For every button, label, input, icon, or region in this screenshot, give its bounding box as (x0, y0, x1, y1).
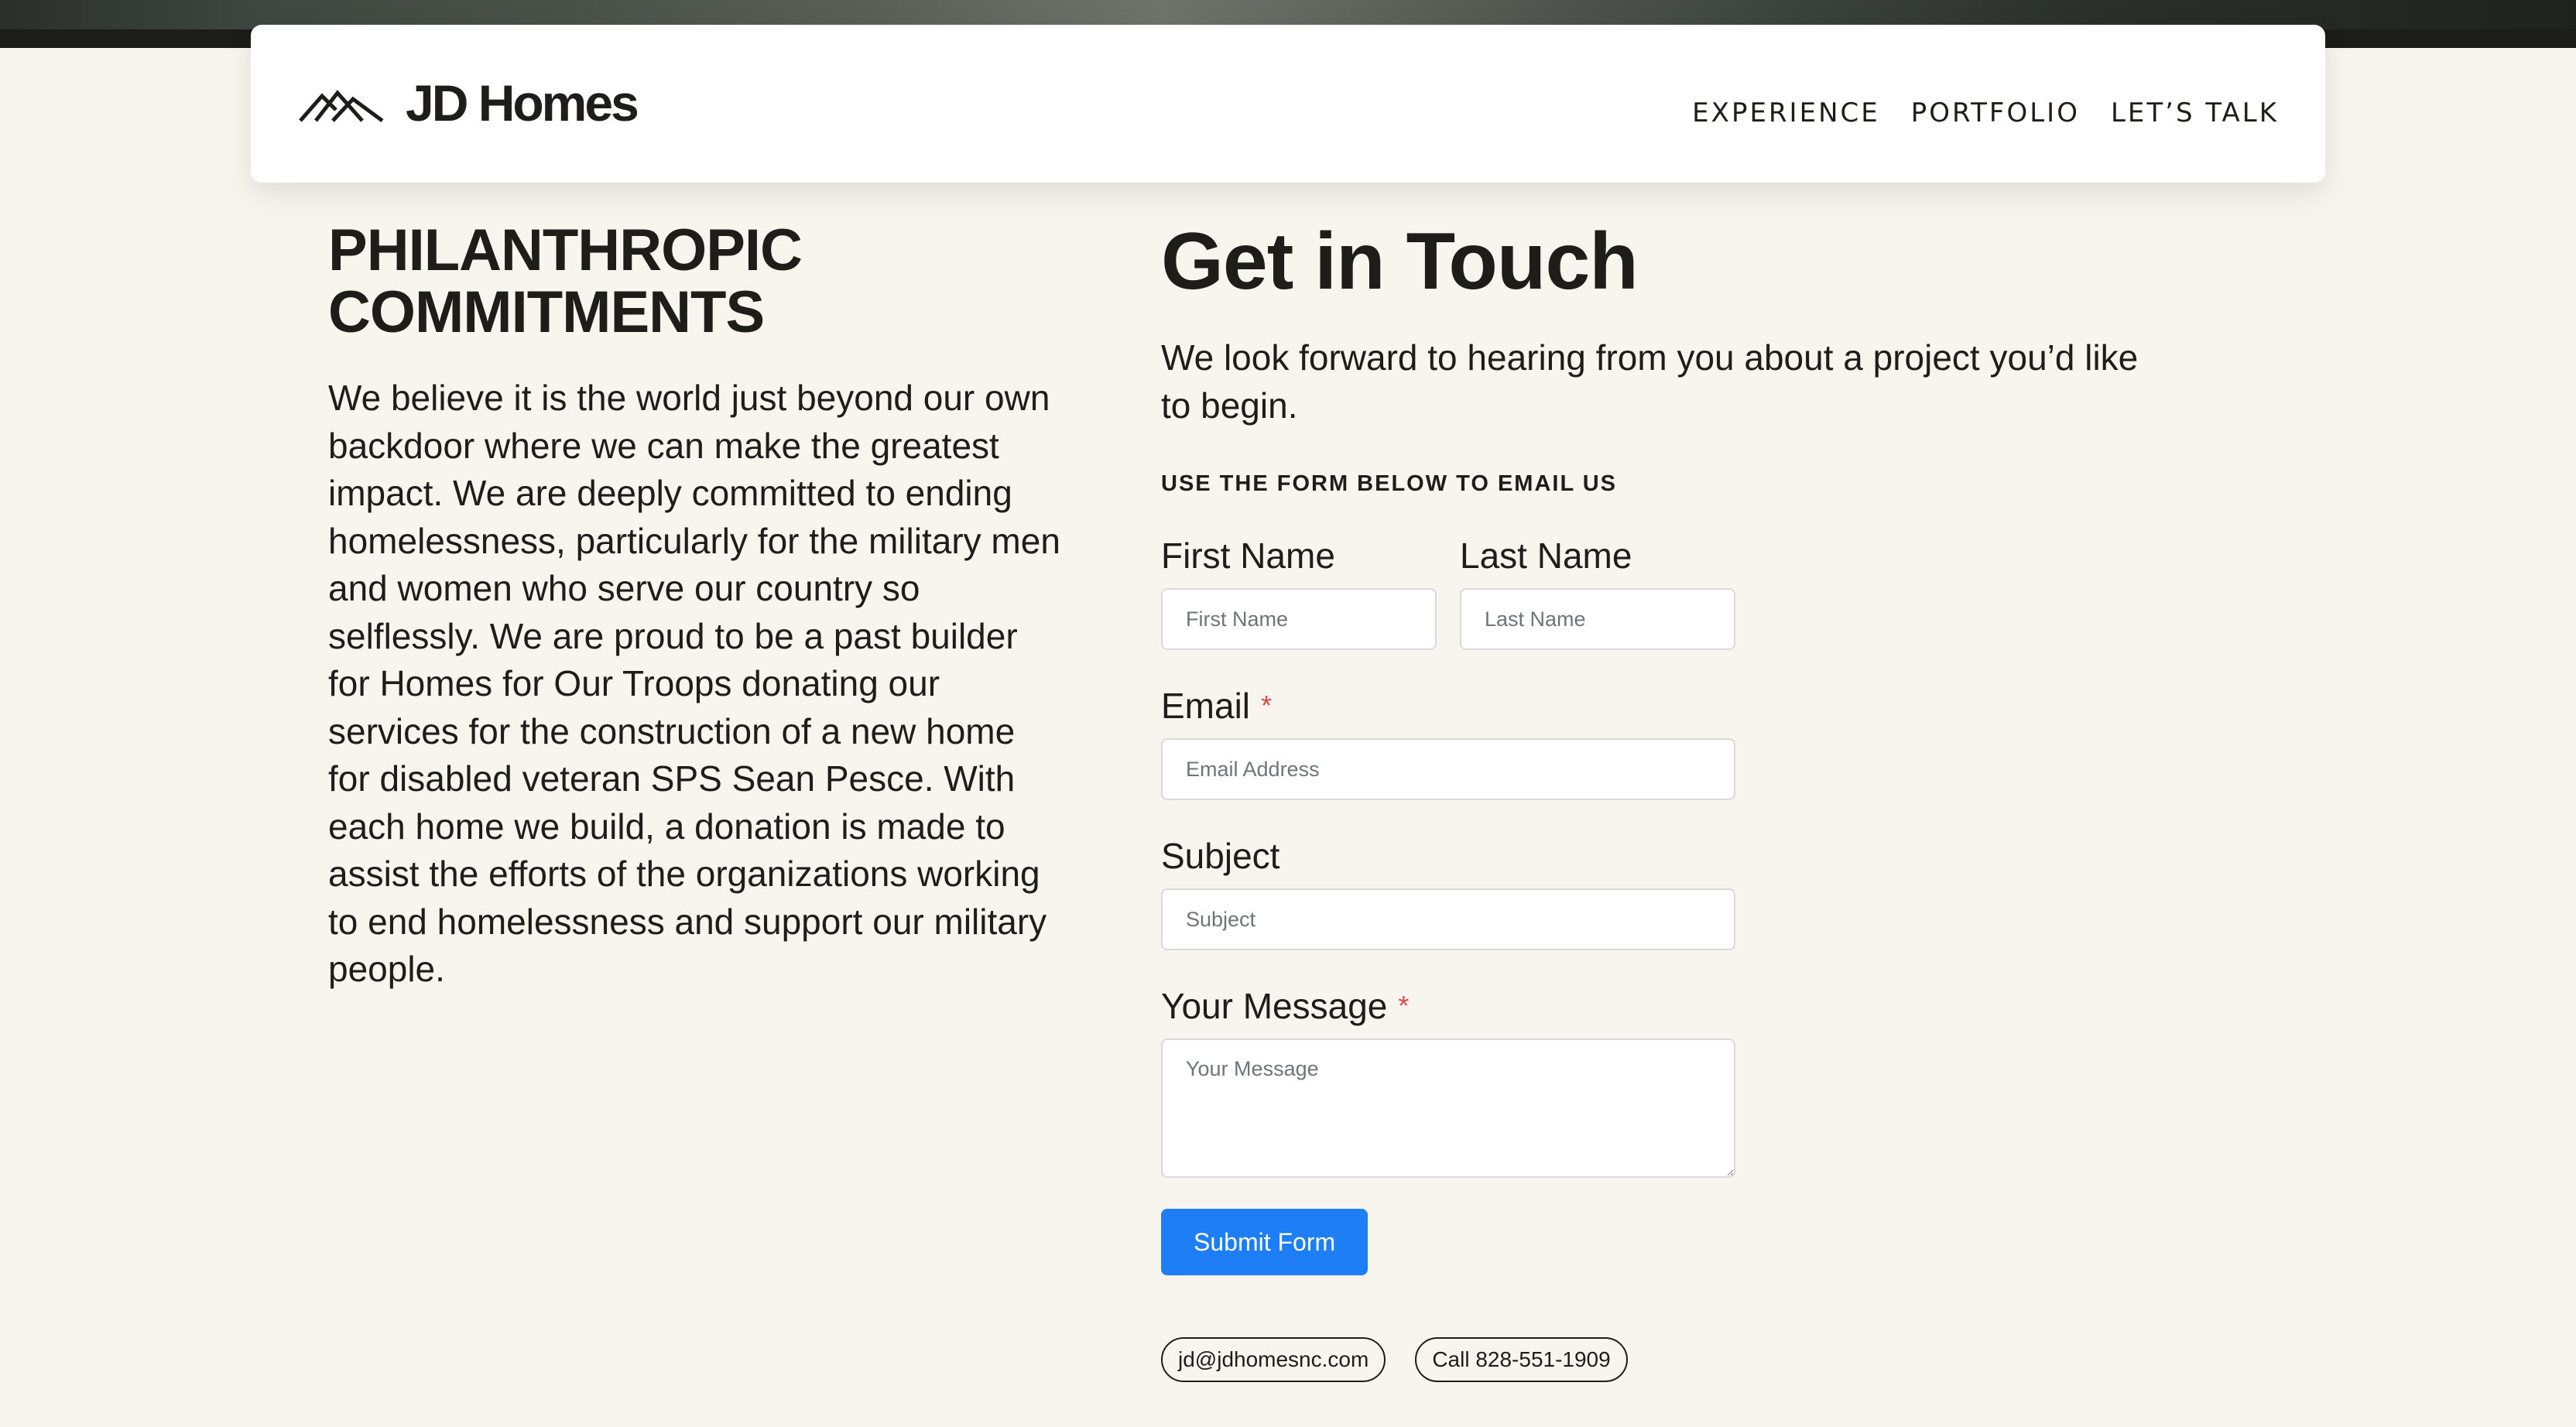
email-link-pill[interactable]: jd@jdhomesnc.com (1161, 1337, 1386, 1382)
last-name-label: Last Name (1460, 536, 1632, 576)
first-name-group: First Name (1161, 536, 1437, 650)
submit-form-button[interactable]: Submit Form (1161, 1209, 1368, 1275)
name-row: First Name Last Name (1161, 536, 2167, 650)
main-nav: EXPERIENCE PORTFOLIO LET’S TALK (1692, 98, 2279, 128)
message-label-wrap: Your Message * (1161, 986, 1735, 1026)
philanthropy-body: We believe it is the world just beyond o… (328, 378, 1060, 989)
first-name-label: First Name (1161, 536, 1335, 576)
message-textarea[interactable] (1161, 1039, 1735, 1178)
email-label: Email (1161, 686, 1251, 726)
message-label: Your Message (1161, 986, 1388, 1026)
email-group: Email * (1161, 686, 1735, 800)
logo-link[interactable]: JD Homes (299, 74, 639, 132)
contact-section: Get in Touch We look forward to hearing … (1161, 217, 2167, 1382)
mountain-roof-icon (299, 90, 384, 123)
philanthropy-section: PHILANTHROPIC COMMITMENTS We believe it … (328, 220, 1064, 994)
subject-group: Subject (1161, 836, 1735, 950)
site-header: JD Homes EXPERIENCE PORTFOLIO LET’S TALK (251, 25, 2325, 183)
nav-item-experience[interactable]: EXPERIENCE (1692, 98, 1880, 128)
contact-form: First Name Last Name Email * Subject Your… (1161, 536, 2167, 1275)
email-input[interactable] (1161, 738, 1735, 800)
message-group: Your Message * (1161, 986, 1735, 1178)
last-name-input[interactable] (1460, 588, 1735, 650)
first-name-input[interactable] (1161, 588, 1437, 650)
form-note: USE THE FORM BELOW TO EMAIL US (1161, 471, 1617, 496)
subject-input[interactable] (1161, 888, 1735, 950)
nav-item-portfolio[interactable]: PORTFOLIO (1911, 98, 2080, 128)
nav-item-lets-talk[interactable]: LET’S TALK (2111, 98, 2279, 128)
message-required-mark: * (1398, 990, 1410, 1021)
last-name-group: Last Name (1460, 536, 1735, 650)
contact-title: Get in Touch (1161, 217, 1639, 306)
email-required-mark: * (1261, 690, 1273, 721)
philanthropy-title: PHILANTHROPIC COMMITMENTS (328, 217, 803, 345)
logo-text: JD Homes (406, 74, 639, 132)
contact-intro: We look forward to hearing from you abou… (1161, 337, 2139, 426)
subject-label: Subject (1161, 836, 1280, 876)
email-label-wrap: Email * (1161, 686, 1735, 726)
contact-pills: jd@jdhomesnc.com Call 828-551-1909 (1161, 1337, 2167, 1382)
phone-link-pill[interactable]: Call 828-551-1909 (1415, 1337, 1628, 1382)
